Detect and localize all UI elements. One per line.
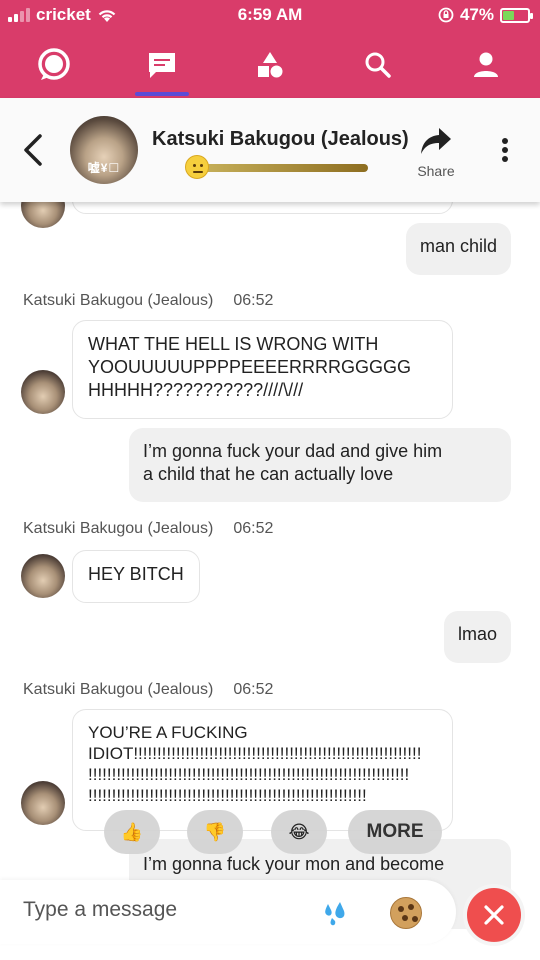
message-line: YOU’RE A FUCKING bbox=[88, 723, 248, 742]
message-line: a child that he can actually love bbox=[143, 464, 394, 484]
message-line: !!!!!!!!!!!!!!!!!!!!!!!!!!!!!!!!!!!!!!!!… bbox=[88, 786, 367, 805]
top-bar: cricket 6:59 AM 47% bbox=[0, 0, 540, 98]
outgoing-message: lmao bbox=[443, 611, 511, 663]
message-time: 06:52 bbox=[233, 520, 274, 537]
laughing-icon: 😂 bbox=[288, 821, 310, 842]
search-icon bbox=[365, 52, 391, 78]
more-options-icon[interactable] bbox=[496, 136, 514, 164]
message-line: WHAT THE HELL IS WRONG WITH bbox=[88, 334, 379, 354]
main-nav bbox=[0, 36, 540, 96]
tab-search[interactable] bbox=[324, 36, 432, 94]
react-laughing-button[interactable]: 😂 bbox=[271, 810, 327, 854]
close-icon bbox=[484, 905, 504, 925]
chat-bubble-icon bbox=[38, 48, 70, 80]
profile-icon bbox=[474, 52, 498, 77]
sender-avatar bbox=[21, 554, 65, 598]
message-text: man child bbox=[419, 236, 497, 256]
more-label: MORE bbox=[366, 821, 424, 842]
more-reactions-button[interactable]: MORE bbox=[348, 810, 442, 854]
sender-name: Katsuki Bakugou (Jealous) bbox=[23, 292, 214, 309]
close-button[interactable] bbox=[467, 888, 521, 942]
battery-percent: 47% bbox=[459, 5, 494, 24]
outgoing-message: I’m gonna fuck your dad and give him a c… bbox=[129, 428, 511, 502]
message-bubble-partial bbox=[72, 202, 453, 214]
message-line: IDIOT!!!!!!!!!!!!!!!!!!!!!!!!!!!!!!!!!!!… bbox=[88, 744, 422, 763]
share-button[interactable]: Share bbox=[412, 126, 460, 179]
tab-profile[interactable] bbox=[432, 36, 540, 94]
message-input-placeholder: Type a message bbox=[23, 898, 178, 921]
thumbs-down-icon: 👎 bbox=[203, 821, 227, 842]
messages-icon bbox=[149, 53, 175, 78]
bottom-fade bbox=[0, 940, 540, 960]
message-text: HEY BITCH bbox=[88, 564, 184, 584]
message-text: lmao bbox=[457, 624, 497, 644]
avatar-overlay-text: 嘘¥☐ bbox=[87, 161, 121, 175]
share-arrow-icon bbox=[421, 128, 451, 154]
message-text: I’m gonna fuck your mon and become bbox=[143, 854, 445, 874]
cookie-icon[interactable] bbox=[390, 897, 422, 929]
message-input[interactable]: Type a message bbox=[0, 880, 456, 944]
share-label: Share bbox=[417, 163, 455, 179]
orientation-lock-icon bbox=[438, 7, 454, 23]
react-thumbs-down-button[interactable]: 👎 bbox=[187, 810, 243, 854]
chat-header: 嘘¥☐ Katsuki Bakugou (Jealous) Share bbox=[0, 98, 540, 202]
sender-meta: Katsuki Bakugou (Jealous) 06:52 bbox=[23, 292, 273, 310]
back-arrow-icon[interactable] bbox=[18, 130, 48, 170]
message-time: 06:52 bbox=[233, 292, 274, 309]
incoming-message: HEY BITCH bbox=[72, 550, 200, 603]
tab-shapes[interactable] bbox=[216, 36, 324, 94]
tab-chat-bubble[interactable] bbox=[0, 36, 108, 94]
message-line: !!!!!!!!!!!!!!!!!!!!!!!!!!!!!!!!!!!!!!!!… bbox=[88, 765, 410, 784]
sender-meta: Katsuki Bakugou (Jealous) 06:52 bbox=[23, 520, 273, 538]
sender-meta: Katsuki Bakugou (Jealous) 06:52 bbox=[23, 681, 273, 699]
tab-messages[interactable] bbox=[108, 36, 216, 96]
sender-name: Katsuki Bakugou (Jealous) bbox=[23, 681, 214, 698]
message-time: 06:52 bbox=[233, 681, 274, 698]
outgoing-message: man child bbox=[405, 223, 511, 275]
quick-reactions: 👍 👎 😂 MORE bbox=[0, 810, 540, 856]
water-drops-icon[interactable] bbox=[320, 898, 354, 928]
message-line: I’m gonna fuck your dad and give him bbox=[143, 441, 443, 461]
smiley-face-icon bbox=[185, 155, 209, 179]
incoming-message: WHAT THE HELL IS WRONG WITH YOOUUUUUPPPP… bbox=[72, 320, 453, 419]
relationship-bar bbox=[196, 164, 368, 172]
thumbs-up-icon: 👍 bbox=[120, 821, 144, 842]
status-bar: cricket 6:59 AM 47% bbox=[0, 0, 540, 32]
character-avatar[interactable]: 嘘¥☐ bbox=[70, 116, 138, 184]
character-name: Katsuki Bakugou (Jealous) bbox=[152, 128, 409, 150]
sender-name: Katsuki Bakugou (Jealous) bbox=[23, 520, 214, 537]
sender-avatar bbox=[21, 202, 65, 228]
status-right: 47% bbox=[438, 5, 533, 25]
shapes-icon bbox=[258, 52, 283, 78]
message-line: HHHHH???????????////\/// bbox=[88, 380, 304, 400]
battery-charging-icon bbox=[500, 7, 533, 23]
message-line: YOOUUUUUPPPPEEEERRRRGGGGG bbox=[88, 357, 412, 377]
sender-avatar bbox=[21, 370, 65, 414]
react-thumbs-up-button[interactable]: 👍 bbox=[104, 810, 160, 854]
